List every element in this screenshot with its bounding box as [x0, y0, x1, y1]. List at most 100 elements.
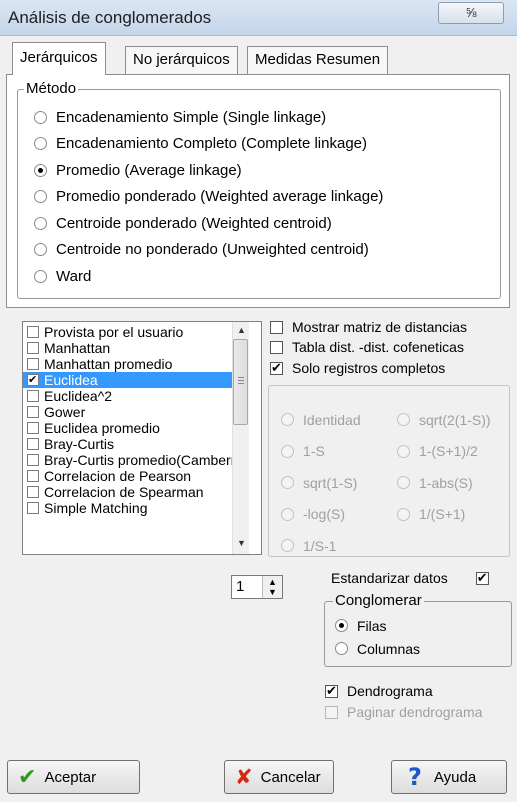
list-item[interactable]: Manhattan: [23, 340, 233, 356]
radio-button: [281, 476, 294, 490]
list-item-checkbox[interactable]: [27, 454, 39, 466]
list-item-checkbox[interactable]: [27, 470, 39, 482]
tab-jerarquicos[interactable]: Jerárquicos: [12, 42, 106, 75]
list-item-checkbox[interactable]: [27, 486, 39, 498]
transform-option-label: sqrt(2(1-S)): [419, 411, 491, 428]
metodo-option[interactable]: Promedio (Average linkage): [34, 157, 383, 184]
list-item[interactable]: Euclidea^2: [23, 388, 233, 404]
conglomerar-options: Filas Columnas: [335, 614, 420, 660]
close-button[interactable]: ⅝: [438, 2, 504, 24]
solo-registros-checkbox[interactable]: [270, 360, 283, 376]
list-item[interactable]: Correlacion de Spearman: [23, 484, 233, 500]
scroll-thumb[interactable]: [233, 339, 248, 425]
metodo-group: Método Encadenamiento Simple (Single lin…: [17, 81, 501, 299]
tab-medidas-resumen[interactable]: Medidas Resumen: [247, 46, 389, 74]
list-item-checkbox[interactable]: [27, 342, 39, 354]
list-item-checkbox[interactable]: [27, 406, 39, 418]
ayuda-button[interactable]: ? Ayuda: [391, 760, 507, 794]
list-item-label: Correlacion de Pearson: [44, 468, 192, 484]
metodo-option[interactable]: Encadenamiento Simple (Single linkage): [34, 104, 383, 131]
solo-registros-option[interactable]: Solo registros completos: [270, 360, 445, 376]
aceptar-label: Aceptar: [44, 768, 97, 786]
radio-button[interactable]: [34, 137, 47, 151]
paginar-label: Paginar dendrograma: [347, 704, 483, 720]
cancelar-button[interactable]: ✘ Cancelar: [224, 760, 334, 794]
scroll-up-icon[interactable]: ▲: [233, 325, 250, 335]
list-item-label: Euclidea promedio: [44, 420, 160, 436]
metodo-option-label: Centroide no ponderado (Unweighted centr…: [56, 241, 369, 259]
metodo-option[interactable]: Encadenamiento Completo (Complete linkag…: [34, 131, 383, 158]
distance-list[interactable]: Provista por el usuario Manhattan Manhatta…: [22, 321, 262, 555]
spinner[interactable]: 1 ▲ ▼: [231, 575, 283, 599]
metodo-option-label: Encadenamiento Simple (Single linkage): [56, 108, 327, 126]
grip-icon: [238, 377, 244, 378]
conglomerar-option[interactable]: Filas: [335, 614, 420, 637]
spinner-value[interactable]: 1: [236, 578, 244, 595]
mostrar-matriz-option[interactable]: Mostrar matriz de distancias: [270, 319, 467, 335]
radio-button[interactable]: [34, 269, 47, 283]
conglomerar-option[interactable]: Columnas: [335, 637, 420, 660]
radio-button: [397, 413, 410, 427]
tabla-cofeneticas-checkbox[interactable]: [270, 340, 283, 354]
transform-option-label: 1-(S+1)/2: [419, 443, 478, 460]
metodo-option[interactable]: Centroide no ponderado (Unweighted centr…: [34, 237, 383, 264]
radio-button[interactable]: [34, 163, 47, 177]
list-item[interactable]: Euclidea: [23, 372, 233, 388]
estandarizar-option[interactable]: Estandarizar datos: [331, 570, 489, 586]
list-item-label: Manhattan: [44, 340, 111, 356]
radio-button[interactable]: [34, 190, 47, 204]
list-item[interactable]: Bray-Curtis: [23, 436, 233, 452]
list-item-checkbox[interactable]: [27, 438, 39, 450]
conglomerar-group: Conglomerar Filas Columnas: [324, 593, 512, 667]
radio-button[interactable]: [335, 642, 348, 655]
list-item[interactable]: Simple Matching: [23, 500, 233, 516]
dendrograma-option[interactable]: Dendrograma: [325, 683, 433, 699]
list-item-checkbox[interactable]: [27, 422, 39, 434]
transform-option-label: 1/S-1: [303, 537, 337, 554]
radio-button: [281, 444, 294, 458]
list-item-checkbox[interactable]: [27, 372, 39, 388]
tabla-cofeneticas-option[interactable]: Tabla dist. -dist. cofeneticas: [270, 339, 464, 355]
list-item[interactable]: Bray-Curtis promedio(Camberra): [23, 452, 233, 468]
metodo-option[interactable]: Promedio ponderado (Weighted average lin…: [34, 184, 383, 211]
transform-option-label: 1-abs(S): [419, 474, 473, 491]
transform-option: sqrt(2(1-S)): [397, 404, 491, 436]
list-item[interactable]: Provista por el usuario: [23, 324, 233, 340]
transform-option-label: Identidad: [303, 411, 361, 428]
dendrograma-label: Dendrograma: [347, 683, 433, 699]
scroll-down-icon[interactable]: ▼: [233, 538, 250, 548]
radio-button[interactable]: [34, 110, 47, 124]
mostrar-matriz-checkbox[interactable]: [270, 320, 283, 334]
list-item[interactable]: Euclidea promedio: [23, 420, 233, 436]
dendrograma-checkbox[interactable]: [325, 683, 338, 699]
transform-option-label: 1-S: [303, 443, 325, 460]
radio-button: [281, 539, 294, 553]
transform-right-column: sqrt(2(1-S)) 1-(S+1)/2 1-abs(S) 1/(S+1): [397, 404, 491, 530]
estandarizar-checkbox[interactable]: [475, 570, 489, 586]
metodo-option[interactable]: Centroide ponderado (Weighted centroid): [34, 210, 383, 237]
list-item-checkbox[interactable]: [27, 390, 39, 402]
spinner-up-icon[interactable]: ▲: [268, 577, 277, 587]
list-item[interactable]: Manhattan promedio: [23, 356, 233, 372]
list-item[interactable]: Correlacion de Pearson: [23, 468, 233, 484]
metodo-options: Encadenamiento Simple (Single linkage) En…: [34, 104, 383, 290]
transform-option: 1/S-1: [281, 530, 361, 562]
list-item-checkbox[interactable]: [27, 326, 39, 338]
radio-button[interactable]: [34, 216, 47, 230]
metodo-option-label: Ward: [56, 267, 92, 285]
metodo-option[interactable]: Ward: [34, 263, 383, 290]
window-title: Análisis de conglomerados: [8, 8, 212, 27]
spinner-down-icon[interactable]: ▼: [268, 587, 277, 597]
tab-label: Medidas Resumen: [255, 51, 381, 68]
conglomerar-option-label: Columnas: [357, 640, 421, 657]
list-item-checkbox[interactable]: [27, 502, 39, 514]
radio-button: [397, 444, 410, 458]
list-item[interactable]: Gower: [23, 404, 233, 420]
radio-button[interactable]: [335, 619, 348, 632]
aceptar-button[interactable]: ✔ Aceptar: [7, 760, 140, 794]
transform-option: 1-(S+1)/2: [397, 436, 491, 468]
list-item-checkbox[interactable]: [27, 358, 39, 370]
radio-button[interactable]: [34, 243, 47, 257]
tab-no-jerarquicos[interactable]: No jerárquicos: [125, 46, 238, 74]
tab-panel: Método Encadenamiento Simple (Single lin…: [6, 74, 510, 308]
